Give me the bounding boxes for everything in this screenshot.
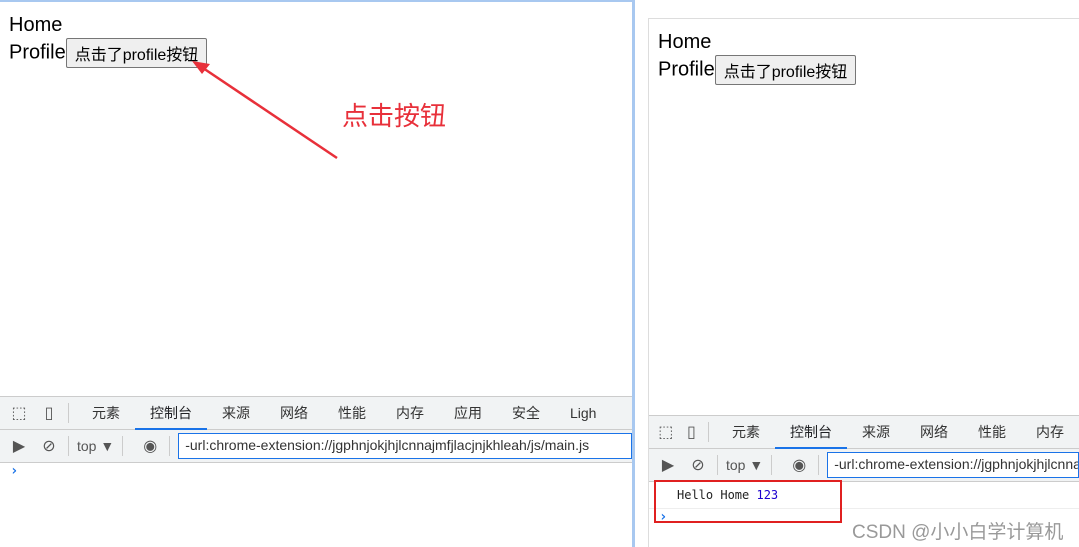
watermark: CSDN @小小白学计算机 bbox=[852, 522, 1064, 543]
console-output: › bbox=[0, 463, 632, 479]
home-link[interactable]: Home bbox=[658, 29, 856, 55]
tab-performance[interactable]: 性能 bbox=[963, 416, 1021, 449]
tab-sources[interactable]: 来源 bbox=[847, 416, 905, 449]
tab-security[interactable]: 安全 bbox=[497, 397, 555, 430]
device-toolbar-icon[interactable]: ▯ bbox=[683, 422, 701, 442]
devtools-panel: ⬚ ▯ 元素 控制台 来源 网络 性能 内存 应用 安全 Ligh ▶ ⊘ top … bbox=[0, 396, 632, 547]
tab-sources[interactable]: 来源 bbox=[207, 397, 265, 430]
context-selector[interactable]: top ▼ bbox=[726, 457, 763, 473]
console-prompt[interactable]: › bbox=[0, 463, 632, 479]
eye-icon[interactable]: ◉ bbox=[788, 455, 810, 475]
filter-input[interactable]: -url:chrome-extension://jgphnjokjhjlcnna… bbox=[178, 433, 632, 459]
tab-memory[interactable]: 内存 bbox=[381, 397, 439, 430]
tab-network[interactable]: 网络 bbox=[265, 397, 323, 430]
filter-input[interactable]: -url:chrome-extension://jgphnjokjhjlcnna… bbox=[827, 452, 1079, 478]
devtools-tabs: ⬚ ▯ 元素 控制台 来源 网络 性能 内存 bbox=[649, 415, 1079, 449]
devtools-tabs: ⬚ ▯ 元素 控制台 来源 网络 性能 内存 应用 安全 Ligh bbox=[0, 396, 632, 430]
tab-network[interactable]: 网络 bbox=[905, 416, 963, 449]
tab-lighthouse[interactable]: Ligh bbox=[555, 397, 611, 430]
tab-console[interactable]: 控制台 bbox=[774, 416, 847, 449]
annotation-text: 点击按钮 bbox=[342, 101, 447, 131]
profile-button[interactable]: 点击了profile按钮 bbox=[714, 55, 857, 85]
console-toolbar: ▶ ⊘ top ▼ ◉ -url:chrome-extension://jgphn… bbox=[649, 449, 1079, 482]
annotation-arrow bbox=[192, 61, 338, 160]
tab-console[interactable]: 控制台 bbox=[135, 397, 207, 430]
device-toolbar-icon[interactable]: ▯ bbox=[38, 403, 60, 423]
highlight-box bbox=[654, 480, 842, 523]
browser-window-after: Home Profile 点击了profile按钮 ⬚ ▯ 元素 控制台 来源 网络… bbox=[648, 18, 1079, 547]
context-selector[interactable]: top ▼ bbox=[77, 438, 114, 454]
tab-memory[interactable]: 内存 bbox=[1021, 416, 1079, 449]
eye-icon[interactable]: ◉ bbox=[139, 436, 161, 456]
tab-elements[interactable]: 元素 bbox=[717, 416, 775, 449]
tab-application[interactable]: 应用 bbox=[439, 397, 497, 430]
profile-link[interactable]: Profile bbox=[658, 58, 715, 80]
inspect-icon[interactable]: ⬚ bbox=[657, 422, 675, 442]
page-content: Home Profile 点击了profile按钮 bbox=[658, 29, 857, 85]
clear-console-icon[interactable]: ⊘ bbox=[687, 455, 709, 475]
clear-console-icon[interactable]: ⊘ bbox=[38, 436, 60, 456]
sidebar-toggle-icon[interactable]: ▶ bbox=[8, 436, 30, 456]
sidebar-toggle-icon[interactable]: ▶ bbox=[657, 455, 679, 475]
console-toolbar: ▶ ⊘ top ▼ ◉ -url:chrome-extension://jgphn… bbox=[0, 430, 632, 463]
tab-elements[interactable]: 元素 bbox=[77, 397, 135, 430]
inspect-icon[interactable]: ⬚ bbox=[8, 403, 30, 423]
tab-performance[interactable]: 性能 bbox=[323, 397, 381, 430]
